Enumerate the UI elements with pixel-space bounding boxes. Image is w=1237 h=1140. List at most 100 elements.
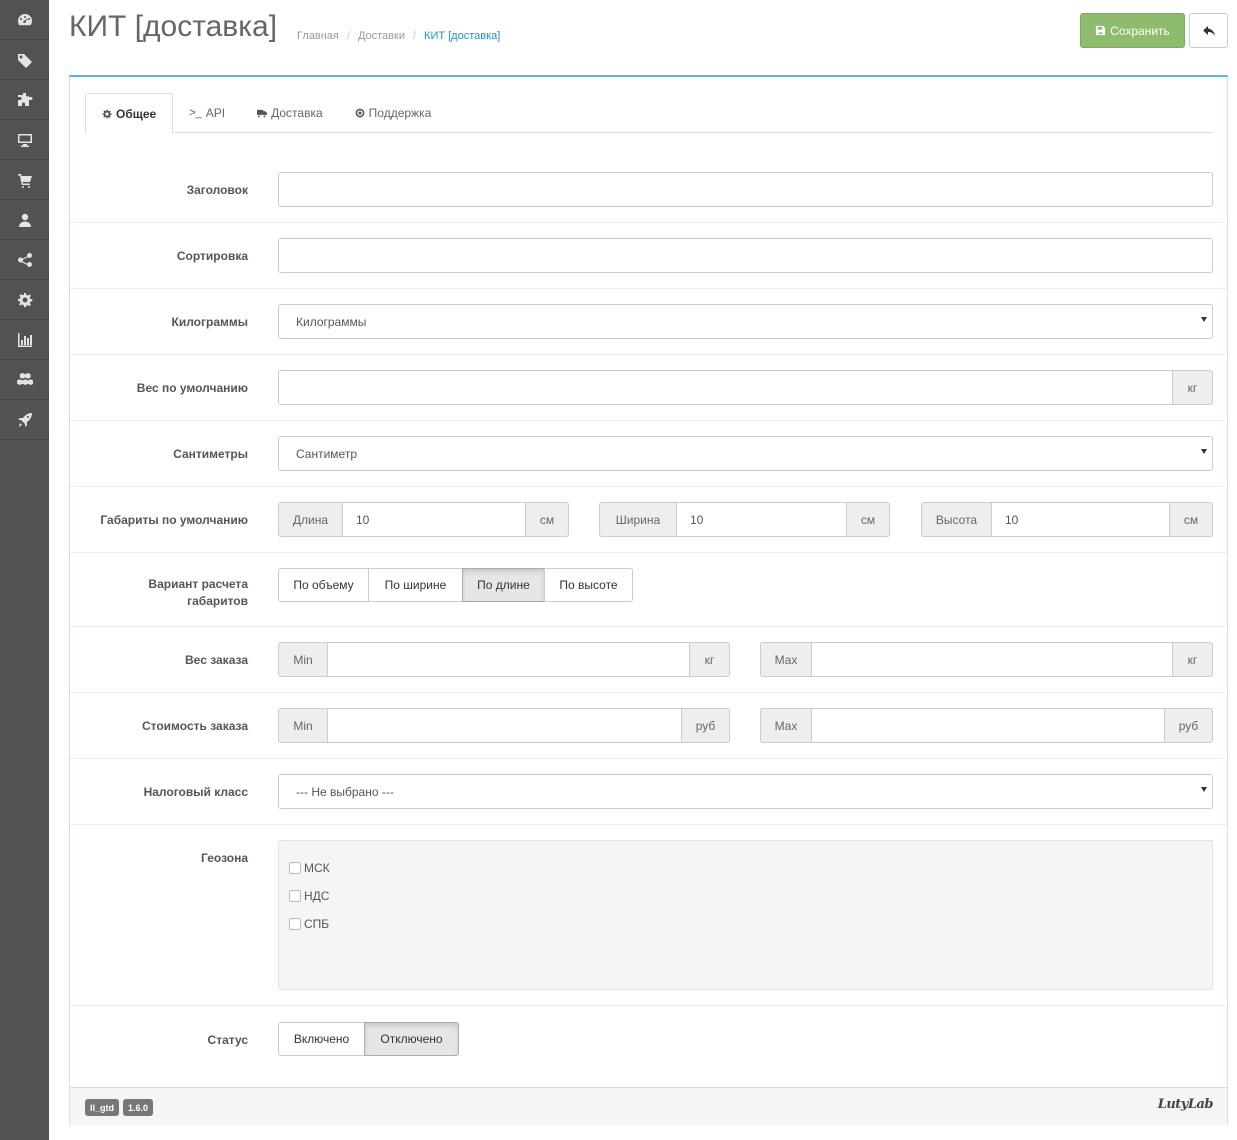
geo-zone-item[interactable]: НДС	[289, 889, 329, 903]
sidebar-item-modules[interactable]	[0, 360, 49, 400]
length-input[interactable]: 10	[342, 502, 526, 537]
form-row-order-cost: Стоимость заказа Min руб Max руб	[70, 693, 1227, 759]
tab-general[interactable]: Общее	[85, 93, 174, 134]
sort-label: Сортировка	[176, 249, 248, 263]
tax-class-select[interactable]: --- Не выбрано ---	[278, 774, 1213, 809]
tab-api[interactable]: >_ API	[173, 93, 241, 133]
sidebar-item-system[interactable]	[0, 280, 49, 320]
gear-icon	[17, 292, 32, 307]
settings-panel: Общее >_ API Доставка Поддержка Заголово…	[69, 75, 1228, 1125]
status-disabled-button[interactable]: Отключено	[364, 1022, 459, 1056]
geo-zone-item[interactable]: СПБ	[289, 917, 329, 931]
height-input[interactable]: 10	[991, 502, 1170, 537]
order-weight-max-input[interactable]	[811, 642, 1173, 677]
order-weight-label: Вес заказа	[185, 653, 248, 667]
truck-icon	[257, 109, 268, 118]
sidebar-item-dashboard[interactable]	[0, 0, 49, 40]
geo-zone-checkbox[interactable]	[289, 890, 301, 902]
vendor-logo[interactable]: LutyLab	[1158, 1097, 1214, 1112]
title-input[interactable]	[278, 172, 1213, 207]
height-unit: см	[1170, 502, 1213, 537]
page-title: КИТ [доставка]	[69, 10, 278, 43]
length-addon: Длина	[278, 502, 342, 537]
order-weight-min-unit: кг	[690, 642, 730, 677]
share-icon	[17, 252, 32, 267]
version-badge: 1.6.0	[123, 1099, 154, 1116]
geo-zone-checkbox[interactable]	[289, 918, 301, 930]
form-row-calc-mode: Вариант расчета габаритов По объему По ш…	[70, 553, 1227, 627]
order-cost-max-input[interactable]	[811, 708, 1165, 743]
form-row-default-weight: Вес по умолчанию кг	[70, 355, 1227, 421]
calc-mode-label-line1: Вариант расчета	[148, 577, 248, 591]
width-input[interactable]: 10	[676, 502, 847, 537]
geo-zone-list: МСК НДС СПБ	[278, 840, 1213, 990]
reply-icon	[1202, 25, 1215, 36]
calc-by-length-button[interactable]: По длине	[462, 568, 545, 602]
form-row-order-weight: Вес заказа Min кг Max кг	[70, 627, 1227, 693]
calc-mode-toggle: По объему По ширине По длине По высоте	[278, 568, 633, 602]
save-button-label: Сохранить	[1110, 23, 1170, 38]
cart-icon	[17, 173, 32, 188]
breadcrumb-shipping[interactable]: Доставки	[358, 30, 405, 42]
calc-mode-label-line2: габаритов	[187, 594, 248, 608]
form-row-geo-zone: Геозона МСК НДС СПБ	[70, 825, 1227, 1006]
length-class-select[interactable]: Сантиметр	[278, 436, 1213, 471]
geo-zone-checkbox[interactable]	[289, 862, 301, 874]
sidebar-item-launch[interactable]	[0, 400, 49, 440]
geo-zone-label-text: СПБ	[304, 917, 330, 931]
weight-class-label: Килограммы	[171, 315, 249, 329]
width-addon: Ширина	[599, 502, 676, 537]
breadcrumb-separator: /	[412, 30, 417, 42]
tab-support[interactable]: Поддержка	[339, 93, 448, 133]
sidebar-item-design[interactable]	[0, 120, 49, 160]
default-weight-input[interactable]	[278, 370, 1173, 405]
order-weight-min-input[interactable]	[327, 642, 690, 677]
length-class-label: Сантиметры	[173, 447, 248, 461]
floppy-disk-icon	[1096, 25, 1106, 36]
order-weight-min-addon: Min	[278, 642, 327, 677]
form-row-tax-class: Налоговый класс --- Не выбрано ---	[70, 759, 1227, 825]
back-button[interactable]	[1189, 13, 1228, 48]
geo-zone-item[interactable]: МСК	[289, 861, 330, 875]
sidebar-item-extensions[interactable]	[0, 80, 49, 120]
caret-down-icon	[1201, 787, 1207, 792]
weight-class-select[interactable]: Килограммы	[278, 304, 1213, 339]
tab-delivery[interactable]: Доставка	[241, 93, 339, 133]
sidebar-item-catalog[interactable]	[0, 40, 49, 80]
gear-icon	[102, 109, 112, 118]
calc-by-height-button[interactable]: По высоте	[544, 568, 633, 602]
sort-order-input[interactable]	[278, 238, 1213, 273]
rocket-icon	[17, 412, 32, 427]
width-unit: см	[847, 502, 890, 537]
sidebar-item-sales[interactable]	[0, 160, 49, 200]
calc-mode-label: Вариант расчета габаритов	[148, 576, 248, 610]
breadcrumb-current[interactable]: КИТ [доставка]	[424, 30, 500, 42]
breadcrumb: Главная / Доставки / КИТ [доставка]	[297, 30, 500, 42]
tax-class-label: Налоговый класс	[143, 785, 248, 799]
puzzle-icon	[17, 92, 32, 106]
form-row-length-class: Сантиметры Сантиметр	[70, 421, 1227, 487]
save-button[interactable]: Сохранить	[1080, 13, 1185, 48]
sidebar-item-reports[interactable]	[0, 320, 49, 360]
tab-api-label: API	[205, 106, 226, 120]
sidebar-item-marketing[interactable]	[0, 240, 49, 280]
tags-icon	[17, 53, 32, 68]
breadcrumb-separator: /	[346, 30, 350, 42]
order-weight-max-unit: кг	[1173, 642, 1213, 677]
form-row-title: Заголовок	[70, 157, 1227, 223]
order-cost-min-input[interactable]	[327, 708, 682, 743]
tab-delivery-label: Доставка	[271, 106, 323, 120]
status-enabled-button[interactable]: Включено	[278, 1022, 365, 1056]
tab-bar: Общее >_ API Доставка Поддержка	[85, 93, 1213, 134]
cubes-icon	[16, 372, 33, 385]
breadcrumb-home[interactable]: Главная	[297, 30, 339, 42]
desktop-icon	[17, 133, 32, 147]
life-ring-icon	[355, 108, 365, 118]
calc-by-width-button[interactable]: По ширине	[368, 568, 463, 602]
chart-icon	[17, 332, 32, 347]
weight-class-value: Килограммы	[296, 314, 367, 329]
calc-by-volume-button[interactable]: По объему	[278, 568, 369, 602]
sidebar-item-customers[interactable]	[0, 200, 49, 240]
order-cost-label: Стоимость заказа	[141, 719, 248, 733]
order-cost-min-group: Min руб	[278, 708, 730, 743]
